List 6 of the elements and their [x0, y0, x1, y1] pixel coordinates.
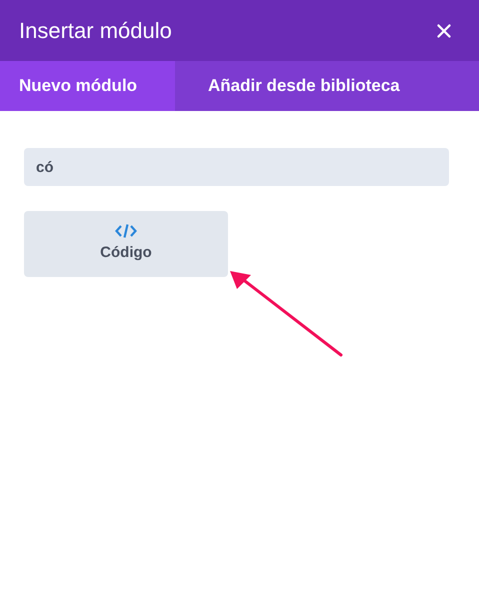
tab[interactable]: Añadir desde biblioteca: [175, 61, 433, 111]
window-title: Insertar módulo: [19, 17, 172, 45]
code-icon: [115, 223, 137, 240]
tab[interactable]: Nuevo módulo: [0, 61, 175, 111]
search-field[interactable]: có: [24, 148, 449, 186]
module-button[interactable]: Código: [24, 211, 228, 277]
